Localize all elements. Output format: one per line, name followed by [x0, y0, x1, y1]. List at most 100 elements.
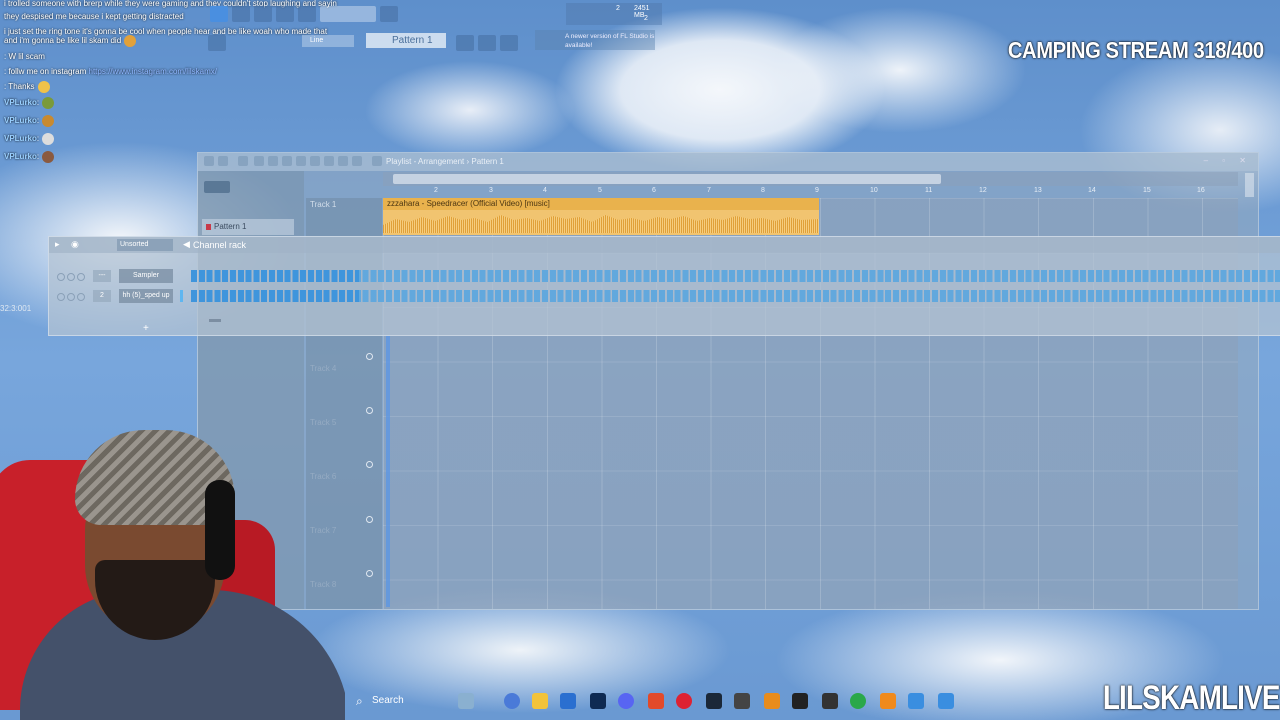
rack-menu-icon[interactable]: ▸	[55, 239, 60, 250]
app-icon[interactable]	[676, 693, 692, 709]
discord-icon[interactable]	[618, 693, 634, 709]
channel-mute-led[interactable]	[57, 293, 65, 301]
delete-icon[interactable]	[282, 156, 292, 166]
ruler-tick: 7	[707, 187, 711, 194]
ruler-tick: 11	[925, 187, 933, 194]
slice-icon[interactable]	[324, 156, 334, 166]
oscilloscope-display	[320, 6, 376, 22]
mixer-track-number[interactable]: 2	[93, 290, 111, 302]
track-mute-dot[interactable]	[366, 516, 373, 523]
copilot-icon[interactable]	[504, 693, 520, 709]
fl-studio-icon[interactable]	[880, 693, 896, 709]
playhead-marker[interactable]	[386, 336, 390, 607]
rack-scrollbar[interactable]	[209, 319, 221, 322]
channel-filter-select[interactable]: Unsorted	[117, 239, 173, 251]
vertical-scrollbar[interactable]	[1245, 173, 1254, 197]
add-channel-button[interactable]: +	[143, 323, 149, 334]
mute-icon[interactable]	[296, 156, 306, 166]
stream-title: CAMPING STREAM 318/400	[1008, 37, 1264, 63]
metronome-button[interactable]	[208, 35, 226, 51]
playlist-window: Playlist - Arrangement › Pattern 1 – ▫ ✕…	[197, 152, 1259, 610]
brush-icon[interactable]	[268, 156, 278, 166]
menu-icon[interactable]	[204, 156, 214, 166]
pattern-list-item[interactable]: Pattern 1	[202, 219, 294, 235]
track-mute-dot[interactable]	[366, 407, 373, 414]
select-icon[interactable]	[338, 156, 348, 166]
cpu-value: 2	[616, 5, 620, 12]
chat-message: VPLurko:	[4, 149, 55, 164]
4k-downloader-icon[interactable]	[792, 693, 808, 709]
ctrl-button[interactable]	[478, 35, 496, 51]
track-mute-dot[interactable]	[366, 353, 373, 360]
master-volume-slider[interactable]	[380, 6, 398, 22]
channel-pan-knob[interactable]	[67, 273, 75, 281]
clip-waveform	[383, 215, 819, 233]
store-icon[interactable]	[560, 693, 576, 709]
clip-label: zzzahara - Speedracer (Official Video) […	[383, 198, 819, 210]
channel-row: 2 hh (5)_sped up	[49, 289, 1280, 303]
play-icon[interactable]	[218, 156, 228, 166]
playback-icon[interactable]	[372, 156, 382, 166]
emote-icon	[42, 150, 55, 163]
file-explorer-icon[interactable]	[532, 693, 548, 709]
channel-mute-led[interactable]	[57, 273, 65, 281]
widgets-icon[interactable]	[458, 693, 474, 709]
stop-button[interactable]	[254, 6, 272, 22]
headphones	[205, 480, 235, 580]
folder-app-icon[interactable]	[764, 693, 780, 709]
track-label[interactable]: Track 1	[310, 200, 336, 209]
slip-icon[interactable]	[310, 156, 320, 166]
picker-toggle[interactable]	[204, 181, 230, 193]
taskbar: Search	[346, 688, 966, 714]
channel-pan-knob[interactable]	[67, 293, 75, 301]
play-button[interactable]	[276, 6, 294, 22]
active-steps[interactable]	[191, 290, 359, 302]
capcut-icon[interactable]	[822, 693, 838, 709]
window-controls[interactable]: – ▫ ✕	[1204, 156, 1252, 165]
update-hint[interactable]: A newer version of FL Studio is availabl…	[535, 30, 655, 50]
horizontal-scrollbar[interactable]	[393, 174, 941, 184]
ruler-tick: 13	[1034, 187, 1042, 194]
audio-clip[interactable]: zzzahara - Speedracer (Official Video) […	[383, 198, 819, 235]
taskbar-search[interactable]: Search	[354, 692, 462, 710]
channel-name-button[interactable]: hh (5)_sped up	[119, 289, 173, 303]
alt-button[interactable]	[500, 35, 518, 51]
emote-icon	[124, 34, 137, 47]
speaker-icon[interactable]: ◀	[183, 239, 190, 250]
webcam-overlay	[0, 400, 345, 720]
snap-selector[interactable]: Line	[302, 35, 354, 47]
playlist-titlebar[interactable]: Playlist - Arrangement › Pattern 1 – ▫ ✕	[198, 153, 1258, 171]
tempo-button[interactable]	[298, 6, 316, 22]
app-icon[interactable]	[850, 693, 866, 709]
channel-rack-window: ▸ ◉ Unsorted ◀ Channel rack --- Sampler …	[48, 236, 1280, 336]
notepad-icon[interactable]	[938, 693, 954, 709]
active-steps[interactable]	[191, 270, 359, 282]
pencil-icon[interactable]	[254, 156, 264, 166]
ruler-tick: 4	[543, 187, 547, 194]
daw-toolbar: Line Pattern 1 2 2451 MB 2 A newer versi…	[150, 0, 662, 52]
shift-button[interactable]	[456, 35, 474, 51]
channel-name-button[interactable]: Sampler	[119, 269, 173, 283]
rack-swing-icon[interactable]: ◉	[71, 239, 79, 250]
pattern-selector[interactable]: Pattern 1	[366, 33, 446, 48]
mixer-track-number[interactable]: ---	[93, 270, 111, 282]
app-icon[interactable]	[908, 693, 924, 709]
app-icon[interactable]	[734, 693, 750, 709]
bar-ruler[interactable]: 2 3 4 5 6 7 8 9 10 11 12 13 14 15 16	[383, 186, 1238, 198]
song-mode-button[interactable]	[210, 6, 228, 22]
channel-volume-knob[interactable]	[77, 293, 85, 301]
steam-icon[interactable]	[706, 693, 722, 709]
track-label[interactable]: Track 4	[310, 364, 336, 373]
record-button[interactable]	[232, 6, 250, 22]
channel-rack-titlebar[interactable]: ▸ ◉ Unsorted ◀ Channel rack	[49, 237, 1280, 253]
track-mute-dot[interactable]	[366, 570, 373, 577]
chat-link[interactable]: https://www.instagram.com/lilskamx/	[89, 67, 217, 76]
track-mute-dot[interactable]	[366, 461, 373, 468]
photoshop-icon[interactable]	[590, 693, 606, 709]
channel-volume-knob[interactable]	[77, 273, 85, 281]
chat-message: VPLurko:	[4, 131, 55, 146]
magnet-icon[interactable]	[238, 156, 248, 166]
ruler-tick: 2	[434, 187, 438, 194]
brave-icon[interactable]	[648, 693, 664, 709]
zoom-icon[interactable]	[352, 156, 362, 166]
